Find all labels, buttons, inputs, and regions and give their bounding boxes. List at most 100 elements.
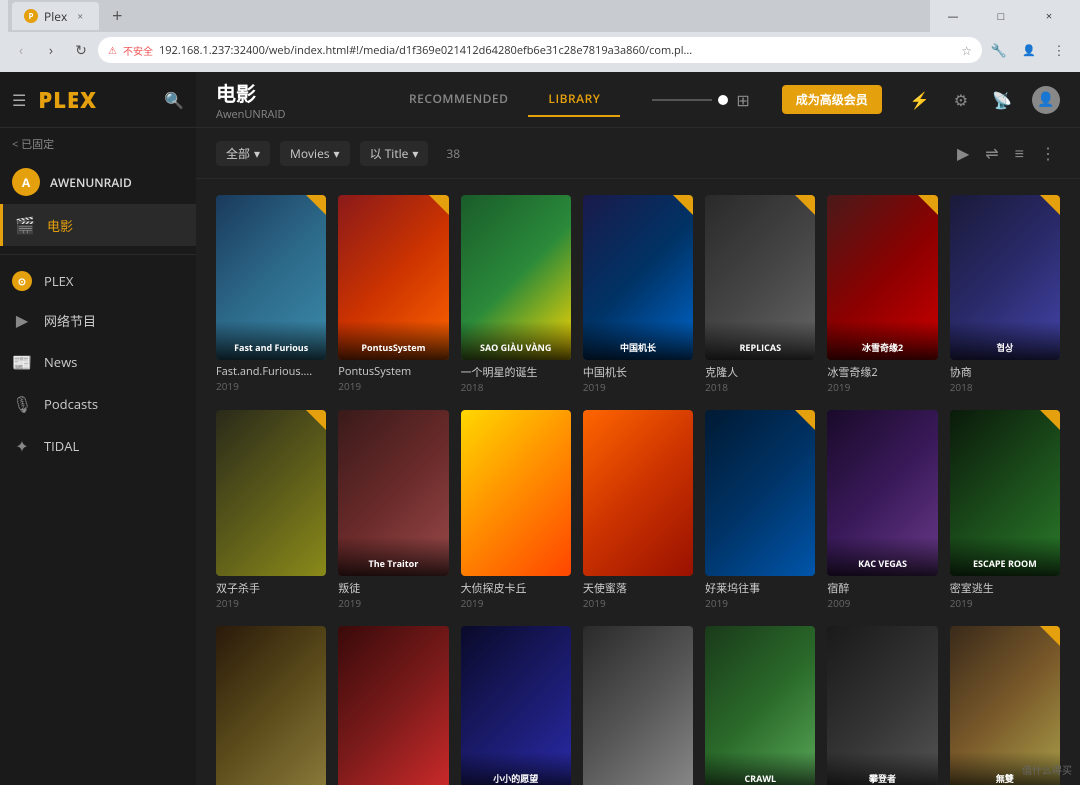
movie-card[interactable]: CRAWL巨鳄风暴2019 [705, 626, 815, 785]
movie-year: 2019 [827, 380, 937, 394]
movie-card[interactable]: 中国机长中国机长2019 [583, 195, 693, 398]
browser-action-buttons: 🔧 👤 ⋮ [986, 37, 1072, 63]
tab-close-button[interactable]: × [73, 9, 87, 23]
filter-options-icon[interactable]: ≡ [1011, 138, 1028, 168]
movie-card[interactable]: 小小的愿望小小的愿望2019 [461, 626, 571, 785]
movie-year: 2018 [461, 380, 571, 394]
premium-button[interactable]: 成为高级会员 [782, 85, 882, 114]
browser-tab-plex[interactable]: P Plex × [12, 2, 99, 30]
minimize-button[interactable]: — [930, 0, 976, 32]
movie-card[interactable]: 好莱坞往事2019 [705, 410, 815, 613]
back-button[interactable]: ‹ [8, 37, 34, 63]
content-toolbar: 全部 ▾ Movies ▾ 以 Title ▾ 38 ▶ ⇌ ≡ ⋮ [196, 128, 1080, 179]
grid-view-icon[interactable]: ⊞ [736, 89, 749, 111]
movie-title: 密室逃生 [950, 580, 1060, 596]
address-bar[interactable]: ⚠ 不安全 192.168.1.237:32400/web/index.html… [98, 37, 982, 63]
movie-card[interactable]: The Traitor叛徒2019 [338, 410, 448, 613]
movie-card[interactable]: REPLICAS克隆人2018 [705, 195, 815, 398]
close-button[interactable]: × [1026, 0, 1072, 32]
movie-badge [918, 195, 938, 215]
library-title: 电影 [216, 78, 286, 107]
movie-badge [673, 195, 693, 215]
play-all-icon[interactable]: ▶ [953, 138, 973, 168]
extensions-button[interactable]: 🔧 [986, 37, 1012, 63]
window-controls: — □ × [930, 0, 1072, 32]
bookmark-icon[interactable]: ☆ [961, 42, 972, 59]
movie-year: 2019 [338, 379, 448, 393]
movie-title: 天使蜜落 [583, 580, 693, 596]
sidebar-user[interactable]: A AWENUNRAID [0, 160, 196, 204]
settings-icon[interactable]: ⚙ [950, 85, 972, 115]
movie-card[interactable]: 冰雪奇缘2冰雪奇缘22019 [827, 195, 937, 398]
movie-badge [795, 195, 815, 215]
filter-all-button[interactable]: 全部 ▾ [216, 141, 270, 166]
hamburger-icon[interactable]: ☰ [12, 89, 26, 111]
sidebar-item-network[interactable]: ▶ 网络节目 [0, 299, 196, 341]
search-icon[interactable]: 🔍 [164, 89, 184, 111]
movies-grid-container: Fast and FuriousFast.and.Furious....2019… [196, 179, 1080, 785]
profile-button[interactable]: 👤 [1016, 37, 1042, 63]
movie-card[interactable]: 협상协商2018 [950, 195, 1060, 398]
toolbar-right-controls: ▶ ⇌ ≡ ⋮ [953, 138, 1060, 168]
lightning-icon[interactable]: ⚡ [906, 85, 934, 115]
sidebar-item-plex[interactable]: ⊙ PLEX [0, 263, 196, 299]
movie-card[interactable]: SAO GIÀU VÀNG一个明星的诞生2018 [461, 195, 571, 398]
sidebar-item-podcasts[interactable]: 🎙 Podcasts [0, 383, 196, 425]
movie-year: 2019 [583, 596, 693, 610]
maximize-button[interactable]: □ [978, 0, 1024, 32]
movie-year: 2009 [827, 596, 937, 610]
header-tabs: RECOMMENDED LIBRARY [389, 82, 620, 117]
more-options-icon[interactable]: ⋮ [1036, 138, 1060, 168]
filter-movies-button[interactable]: Movies ▾ [280, 141, 350, 166]
pinned-section[interactable]: < 已固定 [0, 128, 196, 160]
movie-card[interactable]: 小飞象2019 [583, 626, 693, 785]
browser-titlebar: P Plex × + — □ × [0, 0, 1080, 32]
slider-line [652, 99, 712, 101]
movie-card[interactable]: 小丑2019 [216, 626, 326, 785]
movie-card[interactable]: Fast and FuriousFast.and.Furious....2019 [216, 195, 326, 398]
movie-card[interactable]: KAC VEGAS宿醉2009 [827, 410, 937, 613]
filter-sort-button[interactable]: 以 Title ▾ [360, 141, 429, 166]
movie-card[interactable]: 天使蜜落2019 [583, 410, 693, 613]
url-text: 192.168.1.237:32400/web/index.html#!/med… [159, 43, 955, 58]
lock-label: 不安全 [123, 43, 153, 58]
cast-icon[interactable]: 📡 [988, 85, 1016, 115]
menu-button[interactable]: ⋮ [1046, 37, 1072, 63]
tab-library[interactable]: LIBRARY [528, 82, 620, 117]
movie-card[interactable]: 小偷家族2018 [338, 626, 448, 785]
sidebar-item-tidal[interactable]: ✦ TIDAL [0, 425, 196, 467]
sidebar-item-label: 电影 [47, 216, 73, 235]
movie-card[interactable]: 大侦探皮卡丘2019 [461, 410, 571, 613]
movie-title: 协商 [950, 364, 1060, 380]
new-tab-button[interactable]: + [103, 2, 131, 30]
sidebar-divider [0, 254, 196, 255]
browser-tabs: P Plex × + [8, 0, 930, 34]
plex-logo: PLEX [38, 85, 97, 115]
movie-card[interactable]: 双子杀手2019 [216, 410, 326, 613]
app-container: ☰ PLEX 🔍 < 已固定 A AWENUNRAID 🎬 电影 ⊙ PLEX … [0, 72, 1080, 785]
sidebar-item-dianying[interactable]: 🎬 电影 [0, 204, 196, 246]
tv-icon: ▶ [12, 309, 32, 331]
film-icon: 🎬 [15, 214, 35, 236]
movie-title: 克隆人 [705, 364, 815, 380]
forward-button[interactable]: › [38, 37, 64, 63]
plex-section-icon: ⊙ [12, 271, 32, 291]
sidebar-item-news[interactable]: 📰 News [0, 341, 196, 383]
watermark: 值什么得买 [1022, 762, 1072, 777]
refresh-button[interactable]: ↻ [68, 37, 94, 63]
movie-title: 中国机长 [583, 364, 693, 380]
main-header: 电影 AwenUNRAID RECOMMENDED LIBRARY ⊞ 成为高级… [196, 72, 1080, 128]
movie-card[interactable]: ESCAPE ROOM密室逃生2019 [950, 410, 1060, 613]
shuffle-icon[interactable]: ⇌ [981, 138, 1002, 168]
movie-title: 叛徒 [338, 580, 448, 596]
user-profile-icon[interactable]: 👤 [1032, 86, 1060, 114]
movie-title: 冰雪奇缘2 [827, 364, 937, 380]
size-slider[interactable] [652, 95, 728, 105]
movie-badge [1040, 195, 1060, 215]
movie-year: 2019 [950, 596, 1060, 610]
movie-card[interactable]: PontusSystemPontusSystem2019 [338, 195, 448, 398]
movie-card[interactable]: 攀登者攀登者2019 [827, 626, 937, 785]
tab-recommended[interactable]: RECOMMENDED [389, 82, 528, 117]
filter-count: 38 [446, 145, 460, 162]
movie-year: 2019 [216, 596, 326, 610]
